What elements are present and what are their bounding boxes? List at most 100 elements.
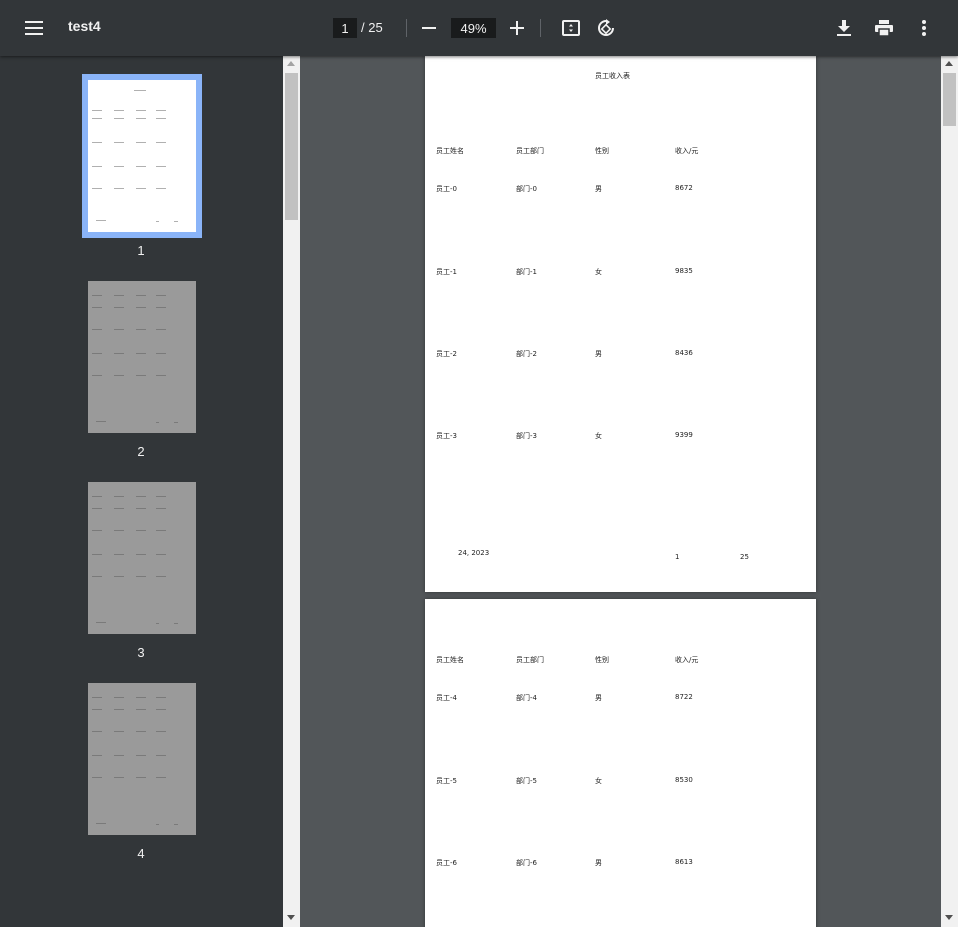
thumbnail-text-line [92, 731, 102, 732]
scroll-up-arrow[interactable] [945, 61, 953, 66]
thumbnail-text-line [136, 697, 146, 698]
table-cell: 部门-0 [516, 185, 537, 193]
thumbnail-text-line [92, 576, 102, 577]
thumbnail-text-line [114, 496, 124, 497]
thumbnail-text-line [92, 353, 102, 354]
table-cell: 员工-4 [436, 694, 457, 702]
thumbnail-text-line [136, 110, 146, 111]
thumbnail-text-line [114, 508, 124, 509]
thumbnail-text-line [96, 823, 106, 824]
print-button[interactable] [868, 12, 900, 44]
page-thumbnail[interactable] [88, 683, 196, 835]
thumbnail-text-line [136, 709, 146, 710]
print-icon [875, 20, 893, 36]
thumbnail-text-line [114, 530, 124, 531]
zoom-level-input[interactable]: 49% [451, 18, 496, 38]
download-icon [837, 20, 851, 36]
thumbnail-text-line [156, 731, 166, 732]
scroll-down-arrow[interactable] [945, 915, 953, 920]
more-vert-icon [922, 20, 926, 36]
thumbnail-text-line [114, 576, 124, 577]
document-viewer[interactable]: 员工收入表 员工姓名 员工部门 性别 收入/元 员工-0 部门-0 男 8672 员工-1 部门-… [300, 56, 941, 927]
thumbnail-text-line [114, 188, 124, 189]
page-thumbnail[interactable] [88, 482, 196, 634]
page-number-input[interactable]: 1 [333, 18, 357, 38]
table-cell: 8530 [675, 776, 693, 784]
sidebar-scrollbar-thumb[interactable] [285, 73, 298, 220]
thumbnail-text-line [156, 353, 166, 354]
more-options-button[interactable] [908, 12, 940, 44]
thumbnail-text-line [114, 353, 124, 354]
menu-button[interactable] [18, 12, 50, 44]
thumbnail-text-line [92, 188, 102, 189]
thumbnail-text-line [92, 554, 102, 555]
table-cell: 部门-6 [516, 859, 537, 867]
thumbnail-text-line [92, 777, 102, 778]
thumbnail-text-line [96, 622, 106, 623]
table-header: 员工姓名 [436, 147, 464, 155]
thumbnail-text-line [92, 329, 102, 330]
table-header: 收入/元 [675, 147, 699, 155]
thumbnail-text-line [92, 118, 102, 119]
thumbnail-sidebar: 1 2 3 4 [0, 56, 300, 927]
footer-page-number: 1 [675, 553, 680, 561]
thumbnail-text-line [114, 118, 124, 119]
thumbnail-text-line [92, 166, 102, 167]
thumbnail-text-line [156, 508, 166, 509]
rotate-button[interactable] [590, 12, 622, 44]
thumbnail-text-line [156, 142, 166, 143]
table-cell: 男 [595, 694, 602, 702]
table-cell: 9835 [675, 267, 693, 275]
table-header: 员工部门 [516, 656, 544, 664]
toolbar-divider [540, 19, 541, 37]
table-cell: 男 [595, 350, 602, 358]
thumbnail-text-line [136, 496, 146, 497]
table-cell: 8722 [675, 693, 693, 701]
thumbnail-text-line [136, 576, 146, 577]
table-cell: 部门-3 [516, 432, 537, 440]
page-thumbnail[interactable] [88, 281, 196, 433]
thumbnail-text-line [92, 110, 102, 111]
thumbnail-text-line [96, 421, 106, 422]
table-cell: 员工-3 [436, 432, 457, 440]
table-cell: 员工-5 [436, 777, 457, 785]
thumbnail-text-line [92, 755, 102, 756]
zoom-out-button[interactable] [413, 12, 445, 44]
thumbnail-text-line [134, 90, 146, 91]
download-button[interactable] [828, 12, 860, 44]
thumbnail-text-line [136, 329, 146, 330]
thumbnail-text-line [156, 188, 166, 189]
page-total: / 25 [361, 20, 383, 35]
pdf-page-2: 员工姓名 员工部门 性别 收入/元 员工-4 部门-4 男 8722 员工-5 部门-5 女 8530… [425, 599, 816, 927]
scroll-down-arrow[interactable] [287, 915, 295, 920]
table-header: 员工部门 [516, 147, 544, 155]
table-title: 员工收入表 [595, 72, 630, 80]
thumbnail-page-number: 1 [137, 243, 145, 258]
thumbnail-text-line [156, 777, 166, 778]
thumbnail-text-line [136, 508, 146, 509]
thumbnail-page-number: 4 [137, 846, 145, 861]
thumbnail-text-line [174, 824, 178, 825]
main-scrollbar[interactable] [941, 56, 958, 927]
table-header: 性别 [595, 147, 609, 155]
fit-page-button[interactable] [555, 12, 587, 44]
table-cell: 9399 [675, 431, 693, 439]
page-thumbnail[interactable] [82, 74, 202, 238]
thumbnail-text-line [156, 166, 166, 167]
thumbnail-text-line [92, 295, 102, 296]
zoom-out-icon [422, 27, 436, 29]
thumbnail-text-line [136, 166, 146, 167]
footer-page-total: 25 [740, 553, 749, 561]
thumbnail-text-line [156, 329, 166, 330]
table-header: 员工姓名 [436, 656, 464, 664]
thumbnail-text-line [136, 353, 146, 354]
main-scrollbar-thumb[interactable] [943, 73, 956, 126]
zoom-in-button[interactable] [501, 12, 533, 44]
thumbnail-text-line [114, 110, 124, 111]
sidebar-scrollbar[interactable] [283, 56, 300, 927]
scroll-up-arrow[interactable] [287, 61, 295, 66]
table-header: 性别 [595, 656, 609, 664]
thumbnail-text-line [136, 142, 146, 143]
thumbnail-text-line [114, 166, 124, 167]
thumbnail-text-line [92, 496, 102, 497]
